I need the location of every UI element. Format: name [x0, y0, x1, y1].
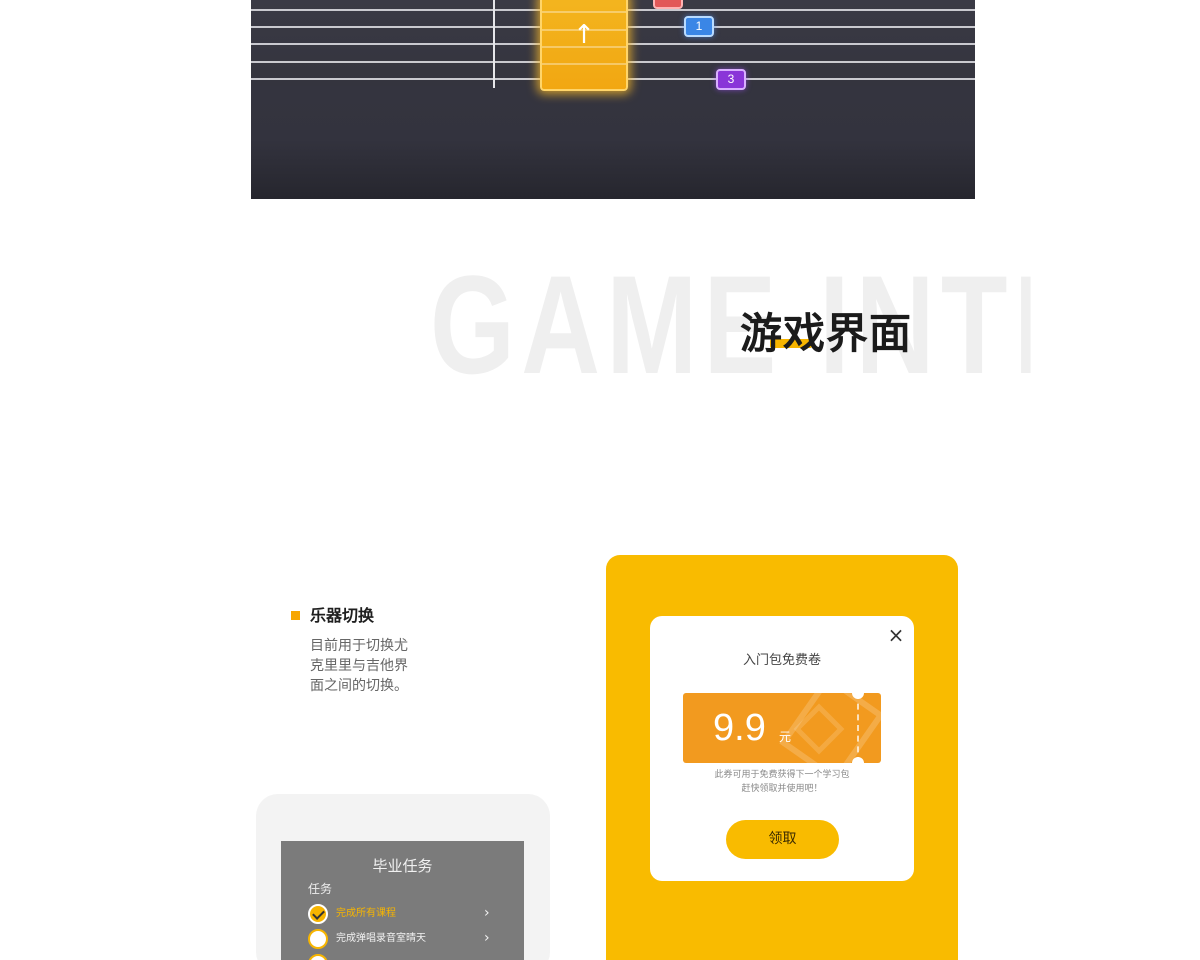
empty-circle-icon: [308, 954, 328, 960]
empty-circle-icon: [308, 929, 328, 949]
chevron-right-icon: ›: [484, 930, 490, 946]
section-background-word: GAME INTERF: [430, 250, 1031, 400]
coupon-price: 9.9: [713, 707, 766, 749]
checkmark-icon: [308, 904, 328, 924]
coupon-note-line: 此券可用于免费获得下一个学习包: [714, 770, 850, 780]
task-label: 完成所有课程: [336, 908, 396, 919]
note-bar-stripe: [542, 11, 626, 13]
coupon-ticket: 9.9 元: [683, 693, 881, 763]
task-subhead: 任务: [308, 882, 333, 896]
hit-line: [493, 0, 495, 88]
feature-title: 乐器切换: [310, 606, 375, 625]
strum-note-bar[interactable]: ↑: [540, 0, 628, 91]
fret-note-tag[interactable]: [653, 0, 683, 9]
game-board: ↑ 1 3: [251, 0, 975, 199]
coupon-dialog: × 入门包免费卷 9.9 元 此券可用于免费获得下一个学习包 赶快领取并使用吧！…: [650, 616, 914, 881]
claim-button[interactable]: 领取: [726, 820, 839, 859]
chevron-right-icon: ›: [484, 905, 490, 921]
task-row[interactable]: 完成所有课程 ›: [308, 904, 498, 924]
coupon-title: 入门包免费卷: [742, 653, 821, 668]
feature-description-line: 目前用于切换尤: [310, 638, 408, 654]
task-row[interactable]: [308, 954, 498, 960]
feature-description: 目前用于切换尤 克里里与吉他界 面之间的切换。: [310, 636, 422, 696]
coupon-currency-unit: 元: [779, 730, 792, 744]
ticket-notch: [852, 757, 864, 763]
task-row[interactable]: 完成弹唱录音室晴天 ›: [308, 929, 498, 949]
task-panel-title: 毕业任务: [372, 857, 433, 875]
coupon-note: 此券可用于免费获得下一个学习包 赶快领取并使用吧！: [650, 768, 914, 796]
feature-description-line: 面之间的切换。: [310, 678, 408, 694]
graduation-task-panel: 毕业任务 任务 完成所有课程 › 完成弹唱录音室晴天 ›: [281, 841, 524, 960]
section-title: 游戏界面: [740, 309, 913, 358]
coupon-note-line: 赶快领取并使用吧！: [741, 784, 823, 794]
fret-note-tag[interactable]: 1: [684, 16, 714, 37]
note-bar-stripe: [542, 63, 626, 65]
ticket-perforation: [857, 693, 859, 763]
arrow-up-icon: ↑: [573, 20, 595, 50]
fret-note-tag[interactable]: 3: [716, 69, 746, 90]
task-label: 完成弹唱录音室晴天: [336, 933, 426, 944]
feature-description-line: 克里里与吉他界: [310, 658, 408, 674]
feature-bullet-icon: [291, 611, 300, 620]
close-icon[interactable]: ×: [886, 624, 906, 646]
